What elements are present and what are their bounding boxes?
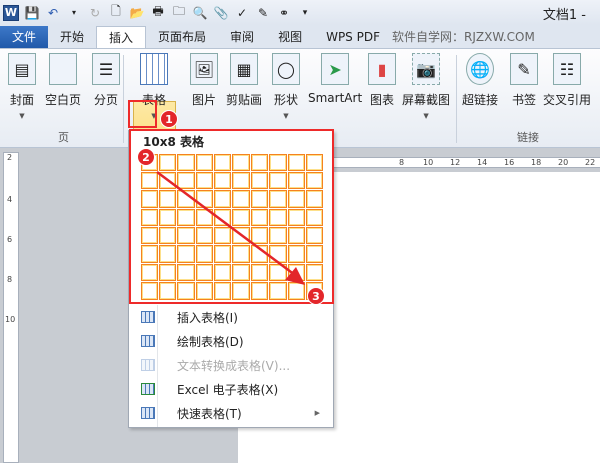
step-badge-2: 2 <box>137 148 155 166</box>
step-badge-3: 3 <box>307 287 325 305</box>
step-badge-1: 1 <box>160 110 178 128</box>
annotation-arrow <box>156 170 305 285</box>
